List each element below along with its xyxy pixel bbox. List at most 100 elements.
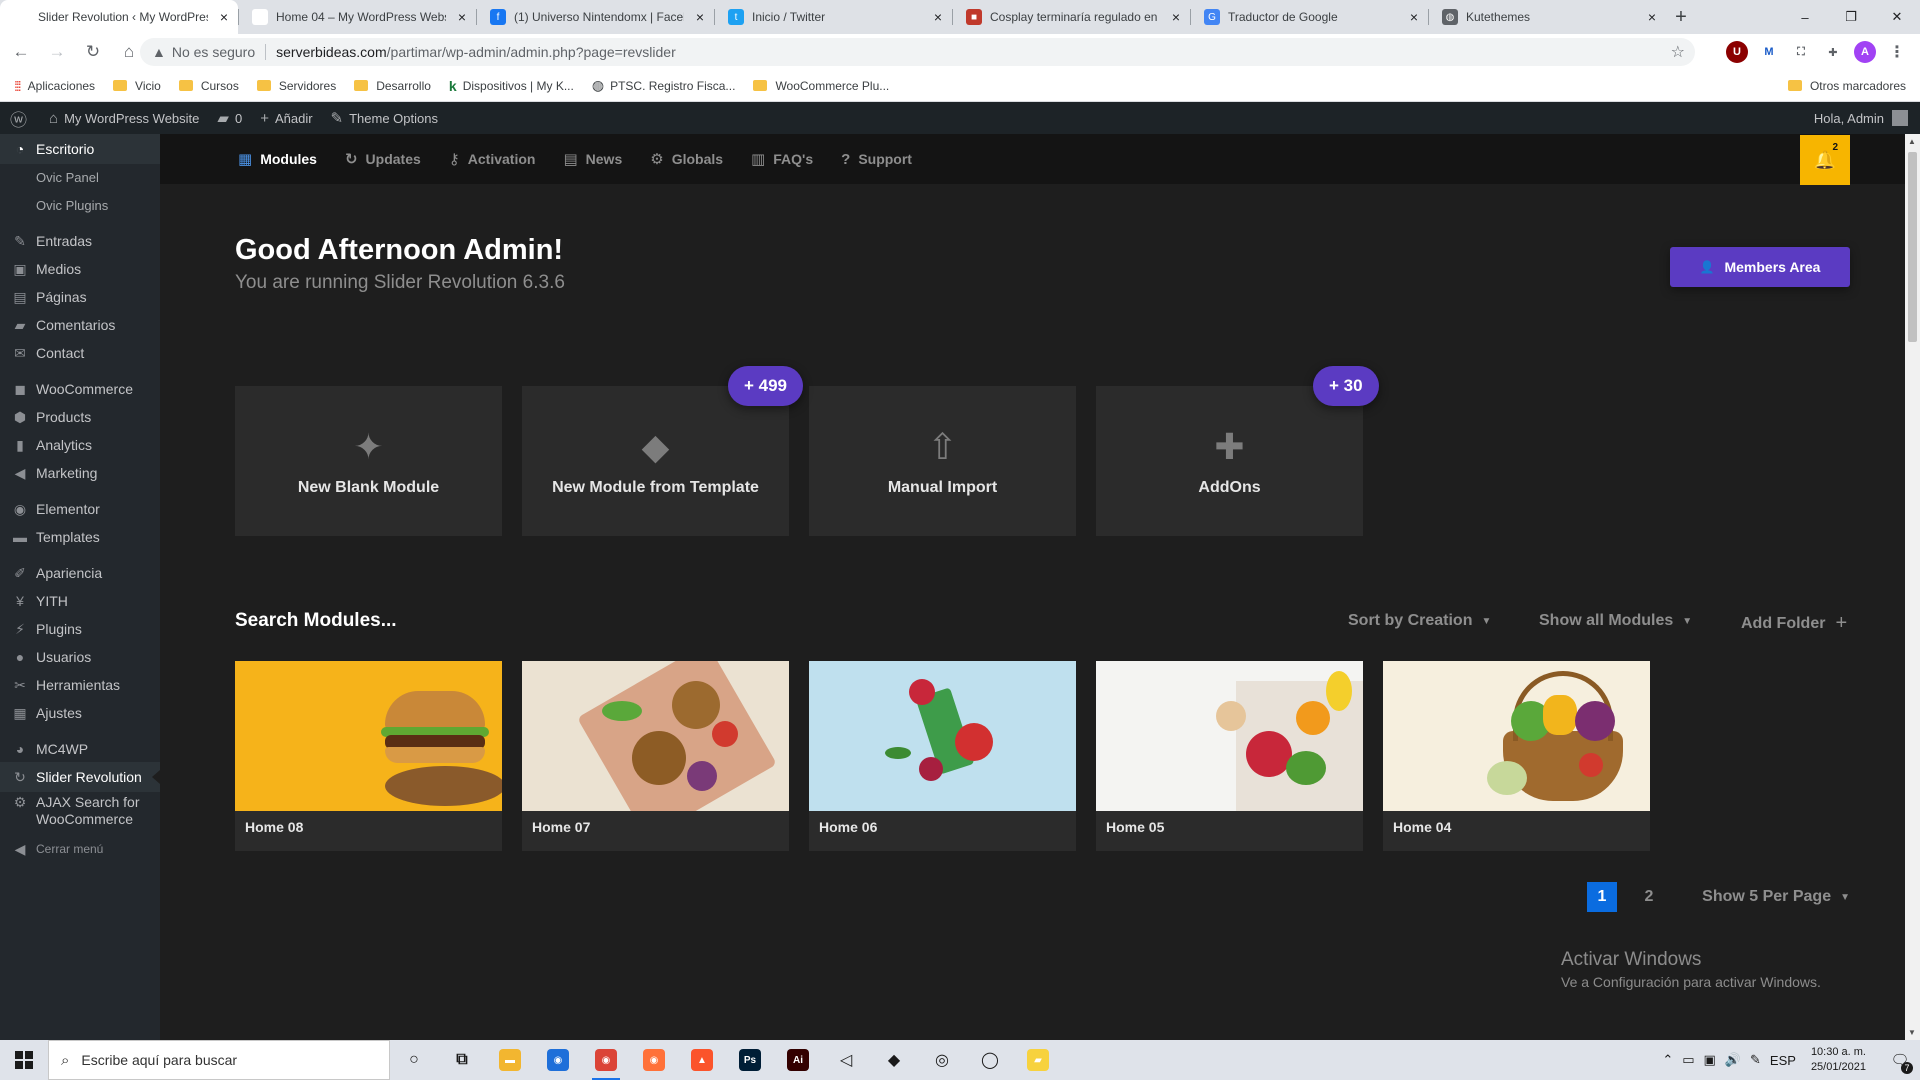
tab-close-icon[interactable]: × <box>934 9 942 25</box>
app-blue-icon[interactable]: ◉ <box>534 1040 582 1080</box>
browser-tab[interactable]: ■ Cosplay terminaría regulado en Japón × <box>952 0 1190 34</box>
brave-icon[interactable]: ▲ <box>678 1040 726 1080</box>
forward-button[interactable]: → <box>42 42 72 62</box>
close-window-button[interactable]: ✕ <box>1874 0 1920 34</box>
bookmark-item[interactable]: Desarrollo <box>354 79 431 93</box>
notifications-button[interactable]: 🔔 2 <box>1800 135 1850 185</box>
bookmark-item[interactable]: ⁞⁞⁞ Aplicaciones <box>14 78 95 94</box>
address-bar[interactable]: ▲ No es seguro serverbideas.com /partima… <box>140 38 1695 66</box>
sidebar-item-escritorio[interactable]: ◔ Escritorio <box>0 134 160 164</box>
illustrator-icon[interactable]: Ai <box>774 1040 822 1080</box>
reload-button[interactable]: ↻ <box>78 42 108 62</box>
sidebar-item-entradas[interactable]: ✎ Entradas <box>0 226 160 256</box>
page-2-button[interactable]: 2 <box>1637 882 1661 912</box>
pen-icon[interactable]: ✎ <box>1750 1052 1761 1068</box>
sidebar-item-herramientas[interactable]: ✂ Herramientas <box>0 670 160 700</box>
back-button[interactable]: ← <box>6 42 36 62</box>
sidebar-item-ajustes[interactable]: ▦ Ajustes <box>0 698 160 728</box>
add-new-link[interactable]: + Añadir <box>260 110 312 127</box>
new-tab-button[interactable]: + <box>1666 0 1696 34</box>
file-explorer-icon[interactable]: ▬ <box>486 1040 534 1080</box>
wordpress-logo-icon[interactable]: ⓦ <box>10 106 33 131</box>
module-card[interactable]: Home 05 <box>1096 661 1363 851</box>
sidebar-item-templates[interactable]: ▬ Templates <box>0 522 160 552</box>
visual-studio-icon[interactable]: ◁ <box>822 1040 870 1080</box>
browser-tab[interactable]: Slider Revolution ‹ My WordPress Website… <box>0 0 238 34</box>
search-modules-label[interactable]: Search Modules... <box>235 610 397 632</box>
tab-close-icon[interactable]: × <box>220 9 228 25</box>
chevron-up-icon[interactable]: ⌃ <box>1662 1052 1673 1068</box>
sidebar-item-páginas[interactable]: ▤ Páginas <box>0 282 160 312</box>
firefox-icon[interactable]: ◉ <box>630 1040 678 1080</box>
photoshop-icon[interactable]: Ps <box>726 1040 774 1080</box>
minimize-button[interactable]: – <box>1782 0 1828 34</box>
sidebar-item-ovic-plugins[interactable]: Ovic Plugins <box>0 190 160 220</box>
tab-modules[interactable]: ▦ Modules <box>238 150 317 168</box>
other-bookmarks[interactable]: Otros marcadores <box>1787 79 1906 93</box>
sidebar-item-ajax-search-for-woocommerce[interactable]: ⚙ AJAX Search for WooCommerce <box>0 790 160 830</box>
action-center-button[interactable]: 🗨 7 <box>1880 1040 1920 1080</box>
tab-close-icon[interactable]: × <box>1410 9 1418 25</box>
sidebar-item-woocommerce[interactable]: ◼ WooCommerce <box>0 374 160 404</box>
blender-icon[interactable]: ◎ <box>918 1040 966 1080</box>
site-name-link[interactable]: ⌂ My WordPress Website <box>49 110 199 127</box>
tab-close-icon[interactable]: × <box>696 9 704 25</box>
module-card[interactable]: Home 08 <box>235 661 502 851</box>
maximize-button[interactable]: ❐ <box>1828 0 1874 34</box>
page-1-button[interactable]: 1 <box>1587 882 1617 912</box>
sidebar-item-apariencia[interactable]: ✐ Apariencia <box>0 558 160 588</box>
extensions-puzzle-icon[interactable]: ✚ <box>1822 41 1844 63</box>
bookmark-item[interactable]: WooCommerce Plu... <box>753 79 889 93</box>
sidebar-item-marketing[interactable]: ◀ Marketing <box>0 458 160 488</box>
new-module-from-template-card[interactable]: ◆ New Module from Template <box>522 386 789 536</box>
tab-faqs[interactable]: ▥ FAQ's <box>751 150 813 168</box>
sidebar-item-usuarios[interactable]: ● Usuarios <box>0 642 160 672</box>
per-page-dropdown[interactable]: Show 5 Per Page ▼ <box>1702 888 1850 906</box>
ublock-extension-icon[interactable]: U <box>1726 41 1748 63</box>
filter-dropdown[interactable]: Show all Modules ▼ <box>1539 612 1692 630</box>
sidebar-item-elementor[interactable]: ◉ Elementor <box>0 494 160 524</box>
tab-updates[interactable]: ↻ Updates <box>345 150 421 168</box>
display-icon[interactable]: ▣ <box>1704 1052 1716 1068</box>
bookmark-item[interactable]: k Dispositivos | My K... <box>449 78 574 94</box>
network-icon[interactable]: ▭ <box>1682 1052 1694 1068</box>
tab-globals[interactable]: ⚙ Globals <box>650 150 723 168</box>
members-area-button[interactable]: 👤 Members Area <box>1670 247 1850 287</box>
app-dark-icon[interactable]: ◆ <box>870 1040 918 1080</box>
browser-tab[interactable]: G Traductor de Google × <box>1190 0 1428 34</box>
screenshot-extension-icon[interactable]: ⛶ <box>1790 41 1812 63</box>
browser-menu-icon[interactable]: ⋮ <box>1886 41 1908 63</box>
cortana-icon[interactable]: ○ <box>390 1040 438 1080</box>
start-button[interactable] <box>0 1040 48 1080</box>
language-indicator[interactable]: ESP <box>1770 1053 1796 1068</box>
volume-icon[interactable]: 🔊 <box>1725 1052 1741 1068</box>
browser-tab[interactable]: ◍ Kutethemes × <box>1428 0 1666 34</box>
tab-close-icon[interactable]: × <box>1172 9 1180 25</box>
bookmark-item[interactable]: ◍ PTSC. Registro Fisca... <box>592 77 736 94</box>
theme-options-link[interactable]: ✎ Theme Options <box>331 109 438 127</box>
new-blank-module-card[interactable]: ✦ New Blank Module <box>235 386 502 536</box>
task-view-icon[interactable]: ⧉ <box>438 1040 486 1080</box>
taskbar-search-input[interactable]: ⌕ Escribe aquí para buscar <box>48 1040 390 1080</box>
sidebar-item-cerrar-menú[interactable]: ◀ Cerrar menú <box>0 834 160 864</box>
bookmark-item[interactable]: Servidores <box>256 79 336 93</box>
bookmark-star-icon[interactable]: ☆ <box>1671 42 1685 62</box>
search-app-icon[interactable]: ◯ <box>966 1040 1014 1080</box>
account-menu[interactable]: Hola, Admin <box>1814 110 1908 126</box>
tab-news[interactable]: ▤ News <box>563 150 622 168</box>
tab-activation[interactable]: ⚷ Activation <box>449 150 536 168</box>
comments-link[interactable]: ▰ 0 <box>217 109 242 127</box>
browser-tab[interactable]: f (1) Universo Nintendomx | Facebook × <box>476 0 714 34</box>
sidebar-item-mc4wp[interactable]: ◕ MC4WP <box>0 734 160 764</box>
extension-m-icon[interactable]: M <box>1758 41 1780 63</box>
manual-import-card[interactable]: ⇧ Manual Import <box>809 386 1076 536</box>
bookmark-item[interactable]: Vicio <box>113 79 161 93</box>
browser-tab[interactable]: t Inicio / Twitter × <box>714 0 952 34</box>
addons-card[interactable]: ✚ AddOns <box>1096 386 1363 536</box>
sticky-notes-icon[interactable]: ▰ <box>1014 1040 1062 1080</box>
add-folder-button[interactable]: Add Folder + <box>1741 612 1847 635</box>
scrollbar-thumb[interactable] <box>1908 152 1917 342</box>
tab-support[interactable]: ? Support <box>841 151 912 168</box>
tab-close-icon[interactable]: × <box>458 9 466 25</box>
sidebar-item-ovic-panel[interactable]: Ovic Panel <box>0 162 160 192</box>
